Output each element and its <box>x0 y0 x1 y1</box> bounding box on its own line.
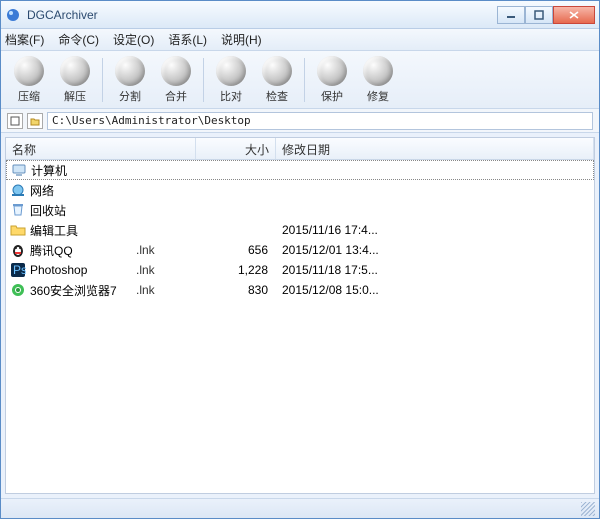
file-ext: .lnk <box>136 283 196 297</box>
tool-compress[interactable]: 压缩 <box>7 54 51 106</box>
file-name: 计算机 <box>31 162 137 179</box>
file-name: Photoshop <box>30 263 136 277</box>
toolbar-separator <box>102 58 103 102</box>
file-ext: .lnk <box>136 263 196 277</box>
merge-icon <box>161 56 191 86</box>
column-headers: 名称 大小 修改日期 <box>6 138 594 160</box>
file-rows: 计算机网络回收站编辑工具2015/11/16 17:4...腾讯QQ.lnk65… <box>6 160 594 493</box>
title-bar[interactable]: DGCArchiver <box>1 1 599 29</box>
app-icon <box>5 7 21 23</box>
tool-repair[interactable]: 修复 <box>356 54 400 106</box>
toolbar-separator <box>304 58 305 102</box>
file-date: 2015/11/16 17:4... <box>276 223 590 237</box>
menu-language[interactable]: 语系(L) <box>168 31 207 48</box>
tool-split-label: 分割 <box>119 88 141 104</box>
protect-icon <box>317 56 347 86</box>
ps-icon: Ps <box>10 262 26 278</box>
file-date: 2015/12/08 15:0... <box>276 283 590 297</box>
file-list-panel: 名称 大小 修改日期 计算机网络回收站编辑工具 2015/11/16 17:4..… <box>5 137 595 494</box>
menu-bar: 档案(F) 命令(C) 设定(O) 语系(L) 说明(H) <box>1 29 599 51</box>
browser-icon <box>10 282 26 298</box>
tool-compress-label: 压缩 <box>18 88 40 104</box>
close-button[interactable] <box>553 6 595 24</box>
path-bar <box>1 109 599 133</box>
toolbar-separator <box>203 58 204 102</box>
menu-command[interactable]: 命令(C) <box>58 31 99 48</box>
list-item[interactable]: 编辑工具 2015/11/16 17:4... <box>6 220 594 240</box>
computer-icon <box>11 162 27 178</box>
status-bar <box>1 498 599 518</box>
qq-icon <box>10 242 26 258</box>
tool-inspect-label: 检查 <box>266 88 288 104</box>
file-date: 2015/12/01 13:4... <box>276 243 590 257</box>
resize-grip[interactable] <box>581 502 595 516</box>
app-window: DGCArchiver 档案(F) 命令(C) 设定(O) 语系(L) 说明(H… <box>0 0 600 519</box>
tool-compare-label: 比对 <box>220 88 242 104</box>
path-input[interactable] <box>47 112 593 130</box>
maximize-icon <box>534 10 544 20</box>
col-name[interactable]: 名称 <box>6 138 196 159</box>
window-buttons <box>497 6 595 24</box>
list-item[interactable]: 计算机 <box>6 160 594 180</box>
tool-protect[interactable]: 保护 <box>310 54 354 106</box>
file-size: 1,228 <box>196 263 276 277</box>
split-icon <box>115 56 145 86</box>
minimize-button[interactable] <box>497 6 525 24</box>
tool-extract[interactable]: 解压 <box>53 54 97 106</box>
tool-protect-label: 保护 <box>321 88 343 104</box>
app-title: DGCArchiver <box>27 8 497 22</box>
repair-icon <box>363 56 393 86</box>
list-item[interactable]: Ps Photoshop.lnk1,2282015/11/18 17:5... <box>6 260 594 280</box>
file-ext: .lnk <box>136 243 196 257</box>
file-date: 2015/11/18 17:5... <box>276 263 590 277</box>
tool-repair-label: 修复 <box>367 88 389 104</box>
file-name: 360安全浏览器7 <box>30 282 136 299</box>
menu-help[interactable]: 说明(H) <box>221 31 262 48</box>
list-item[interactable]: 360安全浏览器7.lnk8302015/12/08 15:0... <box>6 280 594 300</box>
file-name: 回收站 <box>30 202 136 219</box>
file-name: 编辑工具 <box>30 222 136 239</box>
list-item[interactable]: 腾讯QQ.lnk6562015/12/01 13:4... <box>6 240 594 260</box>
compare-icon <box>216 56 246 86</box>
folder-icon <box>10 222 26 238</box>
file-size: 830 <box>196 283 276 297</box>
list-item[interactable]: 回收站 <box>6 200 594 220</box>
list-item[interactable]: 网络 <box>6 180 594 200</box>
compress-icon <box>14 56 44 86</box>
recycle-icon <box>10 202 26 218</box>
book-icon <box>10 116 20 126</box>
minimize-icon <box>506 10 516 20</box>
toolbar: 压缩 解压 分割 合并 比对 检查 保护 修复 <box>1 51 599 109</box>
tool-split[interactable]: 分割 <box>108 54 152 106</box>
tool-inspect[interactable]: 检查 <box>255 54 299 106</box>
file-name: 腾讯QQ <box>30 242 136 259</box>
menu-file[interactable]: 档案(F) <box>5 31 44 48</box>
tool-extract-label: 解压 <box>64 88 86 104</box>
path-up-button[interactable] <box>7 113 23 129</box>
col-size[interactable]: 大小 <box>196 138 276 159</box>
file-size: 656 <box>196 243 276 257</box>
svg-text:Ps: Ps <box>13 263 26 277</box>
network-icon <box>10 182 26 198</box>
menu-options[interactable]: 设定(O) <box>113 31 154 48</box>
close-icon <box>568 10 580 20</box>
tool-merge-label: 合并 <box>165 88 187 104</box>
col-date[interactable]: 修改日期 <box>276 138 594 159</box>
tool-merge[interactable]: 合并 <box>154 54 198 106</box>
folder-up-icon <box>30 116 40 126</box>
maximize-button[interactable] <box>525 6 553 24</box>
extract-icon <box>60 56 90 86</box>
path-folder-button[interactable] <box>27 113 43 129</box>
inspect-icon <box>262 56 292 86</box>
tool-compare[interactable]: 比对 <box>209 54 253 106</box>
file-name: 网络 <box>30 182 136 199</box>
